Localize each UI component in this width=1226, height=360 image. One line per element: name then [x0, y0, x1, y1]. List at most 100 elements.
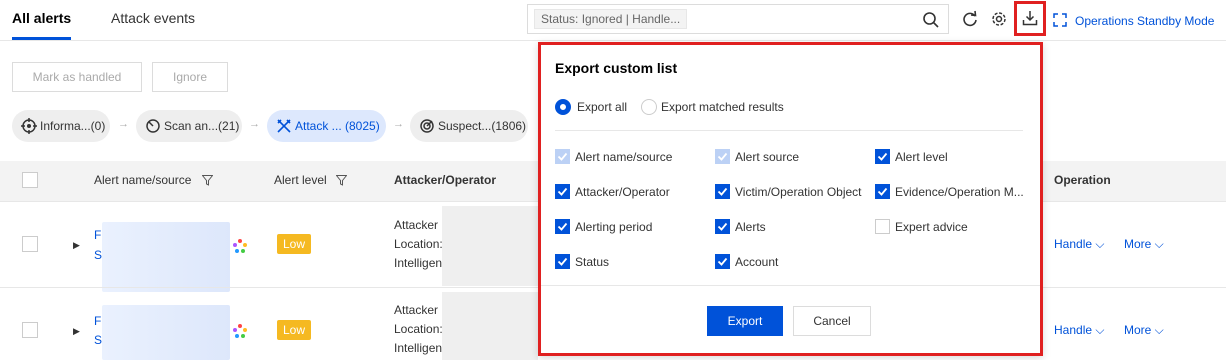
header-alert-level: Alert level	[274, 173, 327, 187]
field-label: Alert name/source	[575, 150, 673, 164]
expand-arrow-icon[interactable]: ▶	[73, 326, 80, 337]
filter-icon[interactable]	[336, 175, 347, 186]
search-input[interactable]: Status: Ignored | Handle...	[527, 4, 949, 34]
attacker-line: Intelligen	[394, 256, 443, 270]
handle-dropdown[interactable]: Handle ⌵	[1054, 323, 1104, 338]
header-alert-name: Alert name/source	[94, 173, 192, 187]
attacker-line: Attacker	[394, 218, 439, 232]
field-label: Victim/Operation Object	[735, 185, 862, 199]
field-label: Status	[575, 255, 610, 269]
download-icon[interactable]	[1022, 10, 1038, 26]
step-label: Suspect...(1806)	[438, 119, 527, 133]
tab-all-alerts[interactable]: All alerts	[12, 10, 71, 26]
row-checkbox[interactable]	[22, 322, 38, 338]
radio-export-matched-label: Export matched results	[661, 100, 784, 114]
select-all-checkbox[interactable]	[22, 172, 38, 188]
checkbox-alert-name-source[interactable]	[555, 149, 570, 164]
download-button-highlight[interactable]	[1014, 1, 1046, 36]
checkbox-alerting-period[interactable]	[555, 219, 570, 234]
mark-as-handled-button[interactable]: Mark as handled	[12, 62, 142, 92]
field-label: Expert advice	[895, 220, 968, 234]
step-attack[interactable]: Attack ... (8025)	[267, 110, 386, 142]
field-label: Alerting period	[575, 220, 653, 234]
attacker-line: Intelligen	[394, 341, 443, 355]
alert-level-badge: Low	[277, 234, 311, 254]
row-checkbox[interactable]	[22, 236, 38, 252]
checkbox-evidence-operation[interactable]	[875, 184, 890, 199]
checkbox-victim-operation-object[interactable]	[715, 184, 730, 199]
redacted-block	[442, 292, 538, 360]
checkbox-alert-level[interactable]	[875, 149, 890, 164]
field-label: Alerts	[735, 220, 766, 234]
field-label: Attacker/Operator	[575, 185, 670, 199]
alert-source-link[interactable]: S	[94, 248, 102, 262]
tab-attack-events[interactable]: Attack events	[111, 10, 195, 26]
field-label: Alert source	[735, 150, 800, 164]
export-button[interactable]: Export	[707, 306, 783, 336]
expand-arrow-icon[interactable]: ▶	[73, 240, 80, 251]
radio-export-all-label: Export all	[577, 100, 628, 114]
more-dropdown[interactable]: More ⌵	[1124, 323, 1164, 338]
step-label: Attack ... (8025)	[295, 119, 380, 133]
export-custom-list-panel: Export custom list Export all Export mat…	[538, 42, 1043, 356]
panel-footer-divider	[541, 285, 1040, 286]
source-logo-icon	[233, 239, 247, 253]
check-icon	[877, 187, 888, 196]
step-suspect[interactable]: Suspect...(1806)	[410, 110, 528, 142]
refresh-icon[interactable]	[961, 10, 979, 28]
attack-icon	[277, 119, 291, 133]
step-label: Scan an...(21)	[164, 119, 240, 133]
checkbox-alert-source[interactable]	[715, 149, 730, 164]
field-label: Alert level	[895, 150, 948, 164]
fullscreen-icon	[1053, 13, 1067, 27]
panel-divider	[555, 130, 1023, 131]
step-arrow-icon: →	[249, 118, 260, 130]
search-filter-tag[interactable]: Status: Ignored | Handle...	[534, 9, 688, 29]
handle-dropdown[interactable]: Handle ⌵	[1054, 237, 1104, 252]
step-arrow-icon: →	[393, 118, 404, 130]
step-arrow-icon: →	[118, 118, 129, 130]
header-attacker: Attacker/Operator	[394, 173, 497, 187]
source-logo-icon	[233, 324, 247, 338]
checkbox-alerts[interactable]	[715, 219, 730, 234]
filter-icon[interactable]	[202, 175, 213, 186]
check-icon	[717, 187, 728, 196]
radio-export-all[interactable]	[555, 99, 571, 115]
check-icon	[557, 222, 568, 231]
panel-title: Export custom list	[555, 60, 678, 76]
alert-name-link[interactable]: F	[94, 314, 101, 328]
redacted-block	[442, 206, 538, 286]
step-scan[interactable]: Scan an...(21)	[136, 110, 242, 142]
radio-export-matched[interactable]	[641, 99, 657, 115]
field-label: Evidence/Operation M...	[895, 185, 1024, 199]
attacker-line: Location:	[394, 322, 443, 336]
check-icon	[557, 187, 568, 196]
step-label: Informa...(0)	[40, 119, 106, 133]
check-icon	[717, 222, 728, 231]
search-icon[interactable]	[922, 11, 940, 29]
more-dropdown[interactable]: More ⌵	[1124, 237, 1164, 252]
header-operation: Operation	[1054, 173, 1111, 187]
redacted-block	[102, 305, 230, 360]
step-information[interactable]: Informa...(0)	[12, 110, 110, 142]
checkbox-account[interactable]	[715, 254, 730, 269]
attacker-line: Location:	[394, 237, 443, 251]
cancel-button[interactable]: Cancel	[793, 306, 871, 336]
check-icon	[557, 152, 568, 161]
standby-mode-label: Operations Standby Mode	[1075, 14, 1215, 28]
alert-name-link[interactable]: F	[94, 228, 101, 242]
checkbox-status[interactable]	[555, 254, 570, 269]
alert-level-badge: Low	[277, 320, 311, 340]
crosshair-icon	[21, 118, 37, 134]
tabs-divider	[0, 40, 1226, 41]
attacker-line: Attacker	[394, 303, 439, 317]
suspect-icon	[420, 119, 434, 133]
scan-icon	[146, 119, 160, 133]
checkbox-attacker-operator[interactable]	[555, 184, 570, 199]
settings-icon[interactable]	[990, 10, 1008, 28]
check-icon	[877, 152, 888, 161]
alert-source-link[interactable]: S	[94, 333, 102, 347]
checkbox-expert-advice[interactable]	[875, 219, 890, 234]
check-icon	[717, 152, 728, 161]
ignore-button[interactable]: Ignore	[152, 62, 228, 92]
